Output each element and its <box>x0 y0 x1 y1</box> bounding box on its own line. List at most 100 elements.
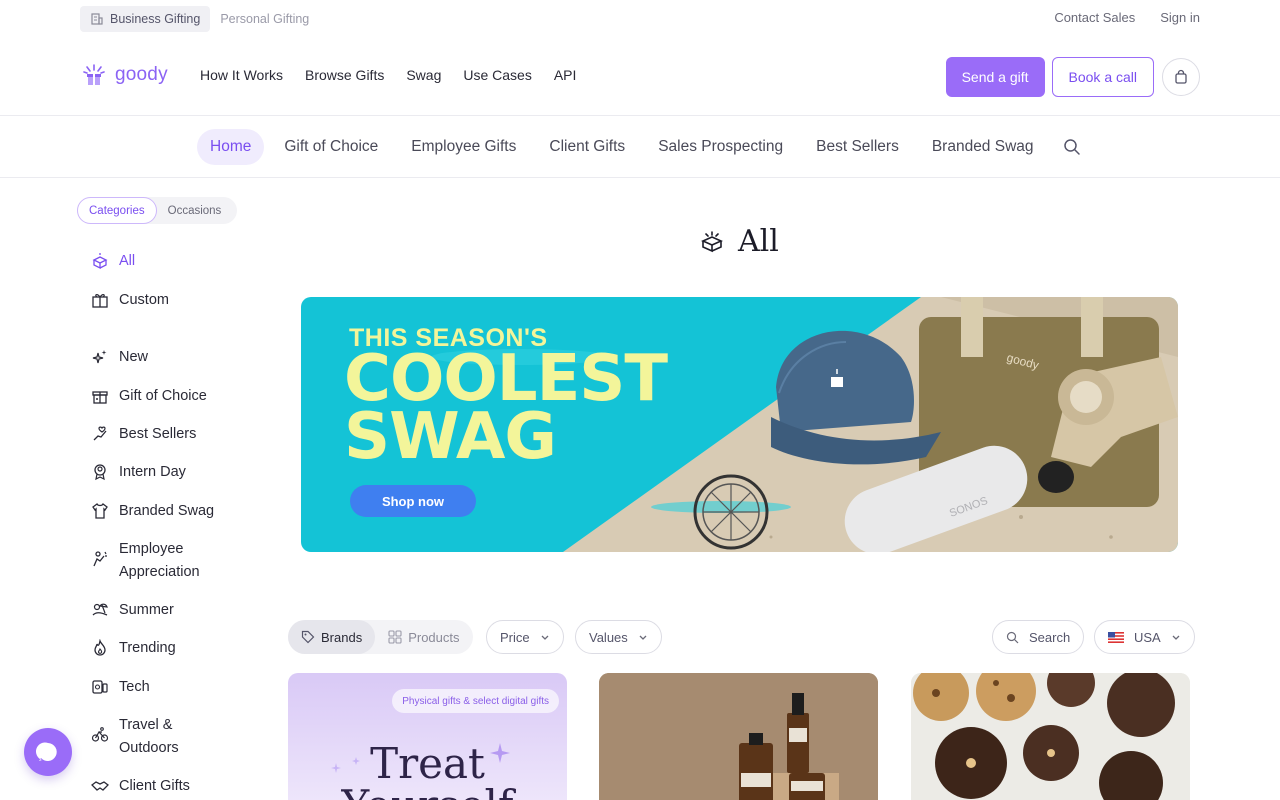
sidebar-item-label: All <box>119 253 136 269</box>
toggle-categories[interactable]: Categories <box>77 197 157 224</box>
catnav-search-button[interactable] <box>1054 129 1090 165</box>
sidebar-item-best-sellers[interactable]: Best Sellers <box>91 423 196 446</box>
tab-business-gifting[interactable]: Business Gifting <box>80 6 211 32</box>
product-search-label: Search <box>1029 629 1071 645</box>
intern-badge-icon <box>91 463 109 481</box>
sidebar-item-label: Travel & Outdoors <box>119 717 179 756</box>
sidebar-item-all[interactable]: All <box>91 250 135 273</box>
sidebar-item-label: Employee Appreciation <box>119 541 200 580</box>
chat-bubble-icon <box>36 742 57 761</box>
sidebar-item-label: Trending <box>119 640 176 656</box>
filter-bar: Brands Products Price Values Search USA <box>288 620 1195 654</box>
cookies-product-image <box>911 673 1190 800</box>
catnav-home[interactable]: Home <box>197 129 265 165</box>
send-gift-button[interactable]: Send a gift <box>945 57 1045 97</box>
devices-icon <box>91 678 109 696</box>
tab-personal-gifting[interactable]: Personal Gifting <box>210 6 319 32</box>
sidebar-item-label: Summer <box>119 602 174 618</box>
search-icon <box>1006 631 1019 643</box>
sidebar-item-employee-appreciation[interactable]: Employee Appreciation <box>91 538 231 583</box>
nav-how-it-works[interactable]: How It Works <box>200 67 283 83</box>
sidebar-item-label: Tech <box>119 679 150 695</box>
gift-type-badge: Physical gifts & select digital gifts <box>392 689 559 713</box>
gift-card-skincare[interactable] <box>599 673 878 800</box>
product-search-button[interactable]: Search <box>992 620 1085 654</box>
values-dropdown-label: Values <box>589 629 628 645</box>
bike-icon <box>91 726 109 744</box>
building-icon <box>90 12 104 26</box>
sidebar-item-label: Branded Swag <box>119 503 215 519</box>
utility-bar: Business Gifting Personal Gifting Contac… <box>0 0 1280 38</box>
cart-button[interactable] <box>1162 58 1200 96</box>
nav-swag[interactable]: Swag <box>406 67 441 83</box>
catnav-gift-of-choice[interactable]: Gift of Choice <box>271 129 391 165</box>
catnav-branded-swag[interactable]: Branded Swag <box>919 129 1047 165</box>
sidebar-item-branded-swag[interactable]: Branded Swag <box>91 500 214 523</box>
catnav-best-sellers[interactable]: Best Sellers <box>803 129 912 165</box>
sidebar-item-summer[interactable]: Summer <box>91 599 174 622</box>
search-icon <box>1063 139 1080 155</box>
sidebar-item-custom[interactable]: Custom <box>91 289 169 312</box>
book-call-button[interactable]: Book a call <box>1051 57 1154 97</box>
chevron-down-icon <box>541 635 549 640</box>
sidebar-item-label: Gift of Choice <box>119 388 207 404</box>
price-dropdown-label: Price <box>500 629 530 645</box>
card-title: Treat Yourself <box>342 739 514 800</box>
sidebar-item-trending[interactable]: Trending <box>91 637 176 660</box>
page-heading: All <box>700 224 779 259</box>
sidebar-item-gift-of-choice[interactable]: Gift of Choice <box>91 385 207 408</box>
sign-in-link[interactable]: Sign in <box>1160 10 1200 25</box>
banner-headline: COOLEST SWAG <box>344 347 668 474</box>
category-navigation: Home Gift of Choice Employee Gifts Clien… <box>0 116 1280 178</box>
values-dropdown[interactable]: Values <box>575 620 662 654</box>
toggle-brands[interactable]: Brands <box>288 620 376 654</box>
sidebar-item-label: Client Gifts <box>119 778 190 794</box>
gifting-mode-tabs: Business Gifting Personal Gifting <box>80 6 319 32</box>
sidebar-item-new[interactable]: New <box>91 346 148 369</box>
handshake-icon <box>91 777 109 795</box>
country-dropdown-label: USA <box>1134 629 1161 645</box>
sidebar-item-tech[interactable]: Tech <box>91 676 150 699</box>
gift-card-cookies[interactable] <box>911 673 1190 800</box>
chat-support-button[interactable] <box>24 728 72 776</box>
banner-headline-line-2: SWAG <box>344 400 557 474</box>
toggle-products[interactable]: Products <box>375 620 472 654</box>
gift-box-icon <box>91 252 109 270</box>
tag-icon <box>301 630 315 644</box>
sidebar-item-label: Intern Day <box>119 464 186 480</box>
person-celebrate-icon <box>91 550 109 568</box>
gift-box-icon <box>701 230 723 252</box>
goody-gift-logo-icon <box>83 64 105 85</box>
gift-choice-icon <box>91 387 109 405</box>
grid-icon <box>388 630 402 644</box>
promo-banner[interactable]: goody SONOS THIS SEASON'S COOLEST SWAG S… <box>301 297 1178 552</box>
shop-now-button[interactable]: Shop now <box>350 485 476 517</box>
us-flag-icon <box>1108 631 1124 643</box>
nav-use-cases[interactable]: Use Cases <box>463 67 531 83</box>
catnav-sales-prospecting[interactable]: Sales Prospecting <box>645 129 796 165</box>
sidebar-item-label: Custom <box>119 292 169 308</box>
toggle-brands-label: Brands <box>321 629 363 645</box>
contact-sales-link[interactable]: Contact Sales <box>1054 10 1135 25</box>
nav-browse-gifts[interactable]: Browse Gifts <box>305 67 384 83</box>
sun-beach-icon <box>91 601 109 619</box>
tab-business-gifting-label: Business Gifting <box>110 12 201 26</box>
chevron-down-icon <box>639 635 647 640</box>
tab-personal-gifting-label: Personal Gifting <box>220 12 310 26</box>
catnav-client-gifts[interactable]: Client Gifts <box>536 129 638 165</box>
hand-heart-icon <box>91 425 109 443</box>
nav-api[interactable]: API <box>554 67 577 83</box>
sidebar-item-label: New <box>119 349 149 365</box>
country-dropdown[interactable]: USA <box>1094 620 1195 654</box>
toggle-occasions[interactable]: Occasions <box>157 197 233 224</box>
shopping-bag-icon <box>1175 69 1187 84</box>
goody-logo[interactable]: goody <box>82 63 168 87</box>
sidebar-item-intern-day[interactable]: Intern Day <box>91 461 186 484</box>
sidebar-item-label: Best Sellers <box>119 426 197 442</box>
catnav-employee-gifts[interactable]: Employee Gifts <box>398 129 529 165</box>
gift-card-treat-yourself[interactable]: Physical gifts & select digital gifts Tr… <box>288 673 567 800</box>
sidebar-item-travel-outdoors[interactable]: Travel & Outdoors <box>91 714 211 759</box>
sidebar-item-client-gifts[interactable]: Client Gifts <box>91 775 190 798</box>
price-dropdown[interactable]: Price <box>486 620 564 654</box>
sparkles-icon <box>91 348 109 366</box>
